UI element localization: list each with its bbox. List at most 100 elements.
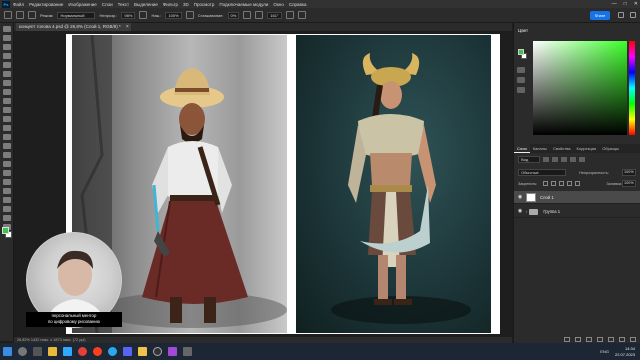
actions-panel-icon[interactable]: [517, 77, 525, 83]
new-group-icon[interactable]: [608, 336, 614, 342]
color-picker-field[interactable]: [533, 41, 627, 135]
healing-tool-icon[interactable]: [3, 98, 11, 104]
layer-style-icon[interactable]: [575, 336, 581, 342]
layer-filter-select[interactable]: Вид: [518, 156, 540, 163]
lock-all-icon[interactable]: [575, 181, 581, 186]
brush-tool-icon[interactable]: [3, 107, 11, 113]
blend-mode-select[interactable]: Обычные: [518, 169, 566, 176]
type-tool-icon[interactable]: [3, 179, 11, 185]
lock-paint-icon[interactable]: [551, 181, 557, 186]
filter-type-icon[interactable]: [561, 157, 567, 162]
brush-preset-icon[interactable]: [16, 11, 24, 19]
menu-text[interactable]: Текст: [118, 2, 129, 7]
frame-tool-icon[interactable]: [3, 80, 11, 86]
photoshop-icon[interactable]: [63, 347, 72, 356]
brush-settings-icon[interactable]: [28, 11, 36, 19]
menu-view[interactable]: Просмотр: [194, 2, 215, 7]
airbrush-icon[interactable]: [185, 11, 194, 19]
document-tab[interactable]: концепт голова 4.psd @ 26,8% (Слой 1, RG…: [16, 23, 131, 31]
menu-select[interactable]: Выделение: [134, 2, 158, 7]
menu-image[interactable]: Изображение: [68, 2, 96, 7]
flow-field[interactable]: 100%: [165, 11, 182, 19]
history-panel-icon[interactable]: [517, 67, 525, 73]
object-select-tool-icon[interactable]: [3, 62, 11, 68]
color-panel-title[interactable]: Цвет: [518, 28, 528, 33]
angle-icon[interactable]: [255, 11, 264, 19]
folder-icon[interactable]: [138, 347, 147, 356]
lock-position-icon[interactable]: [559, 181, 565, 186]
tab-layers[interactable]: Слои: [514, 144, 530, 153]
link-layers-icon[interactable]: [564, 336, 570, 342]
hue-slider[interactable]: [629, 41, 635, 135]
opacity-field[interactable]: 98%: [121, 11, 136, 19]
path-select-tool-icon[interactable]: [3, 188, 11, 194]
menu-edit[interactable]: Редактирование: [29, 2, 63, 7]
mode-select[interactable]: Нормальный: [57, 11, 96, 19]
character-panel-icon[interactable]: [517, 87, 525, 93]
eyedropper-tool-icon[interactable]: [3, 89, 11, 95]
filter-adjustment-icon[interactable]: [552, 157, 558, 162]
crop-tool-icon[interactable]: [3, 71, 11, 77]
menu-filter[interactable]: Фильтр: [163, 2, 178, 7]
home-icon[interactable]: [4, 11, 12, 19]
chevron-right-icon[interactable]: ›: [526, 209, 527, 214]
gradient-tool-icon[interactable]: [3, 143, 11, 149]
menu-window[interactable]: Окно: [273, 2, 283, 7]
media-icon[interactable]: [168, 347, 177, 356]
stamp-tool-icon[interactable]: [3, 116, 11, 122]
zoom-tool-icon[interactable]: [3, 215, 11, 221]
artboard-tool-icon[interactable]: [3, 35, 11, 41]
search-icon[interactable]: [18, 347, 27, 356]
layer-mask-icon[interactable]: [586, 336, 592, 342]
eraser-tool-icon[interactable]: [3, 134, 11, 140]
blur-tool-icon[interactable]: [3, 152, 11, 158]
settings-icon[interactable]: [183, 347, 192, 356]
fill-field[interactable]: 100%: [622, 180, 636, 187]
tab-adjustments[interactable]: Коррекция: [574, 144, 600, 153]
visibility-eye-icon[interactable]: ◉: [514, 194, 526, 200]
lock-pixels-icon[interactable]: [543, 181, 549, 186]
discord-icon[interactable]: [123, 347, 132, 356]
new-layer-icon[interactable]: [619, 336, 625, 342]
close-window-button[interactable]: ✕: [634, 1, 638, 7]
minimize-button[interactable]: —: [612, 1, 617, 7]
dodge-tool-icon[interactable]: [3, 161, 11, 167]
menu-help[interactable]: Справка: [289, 2, 307, 7]
history-brush-icon[interactable]: [3, 125, 11, 131]
symmetry-icon[interactable]: [297, 11, 306, 19]
chrome-icon[interactable]: [78, 347, 87, 356]
marquee-tool-icon[interactable]: [3, 44, 11, 50]
menu-file[interactable]: Файл: [13, 2, 24, 7]
tab-channels[interactable]: Каналы: [530, 144, 550, 153]
delete-layer-icon[interactable]: [630, 336, 636, 342]
move-tool-icon[interactable]: [3, 26, 11, 32]
workspace-icon[interactable]: [630, 12, 636, 18]
tab-properties[interactable]: Свойства: [550, 144, 574, 153]
yandex-icon[interactable]: [93, 347, 102, 356]
search-icon[interactable]: [618, 12, 624, 18]
filter-smart-icon[interactable]: [579, 157, 585, 162]
smoothing-field[interactable]: 0%: [227, 11, 240, 19]
hand-tool-icon[interactable]: [3, 206, 11, 212]
explorer-icon[interactable]: [48, 347, 57, 356]
clock[interactable]: 14:34 22.07.2023: [615, 346, 635, 357]
pen-tool-icon[interactable]: [3, 170, 11, 176]
taskview-icon[interactable]: [33, 347, 42, 356]
smoothing-settings-icon[interactable]: [243, 11, 252, 19]
filter-pixel-icon[interactable]: [543, 157, 549, 162]
layer-row-group1[interactable]: ◉ › Группа 1: [514, 205, 640, 218]
visibility-eye-icon[interactable]: ◉: [514, 208, 526, 214]
close-tab-button[interactable]: ×: [126, 23, 129, 31]
windows-icon[interactable]: [3, 347, 12, 356]
menu-plugins[interactable]: Подключаемые модули: [219, 2, 268, 7]
angle-field[interactable]: 161°: [267, 11, 282, 19]
panel-foreground-swatch[interactable]: [518, 49, 524, 55]
foreground-color-swatch[interactable]: [2, 227, 9, 234]
pressure-opacity-icon[interactable]: [139, 11, 148, 19]
menu-3d[interactable]: 3D: [183, 2, 189, 7]
lasso-tool-icon[interactable]: [3, 53, 11, 59]
obs-icon[interactable]: [153, 347, 162, 356]
telegram-icon[interactable]: [108, 347, 117, 356]
filter-shape-icon[interactable]: [570, 157, 576, 162]
tab-swatches[interactable]: Образцы: [599, 144, 622, 153]
